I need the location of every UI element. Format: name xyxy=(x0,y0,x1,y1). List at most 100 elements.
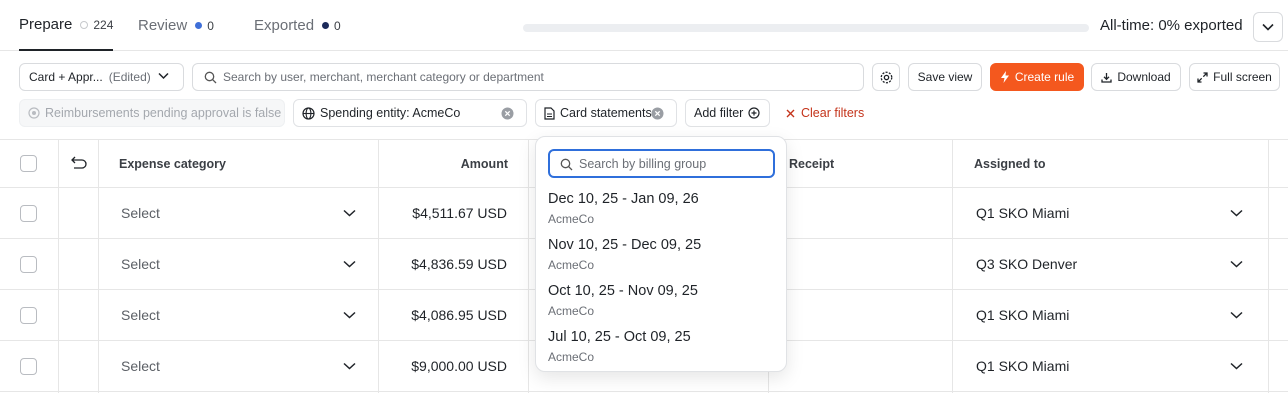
row-checkbox[interactable] xyxy=(20,358,37,375)
chevron-down-icon[interactable] xyxy=(1230,260,1243,268)
select-all-checkbox[interactable] xyxy=(20,155,37,172)
row-checkbox[interactable] xyxy=(20,307,37,324)
plus-circle-icon xyxy=(748,107,760,119)
billing-group-search-input[interactable]: Search by billing group xyxy=(548,149,775,178)
progress-ring-icon xyxy=(80,20,89,29)
billing-group-search-placeholder: Search by billing group xyxy=(579,156,707,171)
expand-toggle-button[interactable] xyxy=(1253,12,1283,42)
header-assigned-to[interactable]: Assigned to xyxy=(974,140,1046,188)
chevron-down-icon[interactable] xyxy=(343,260,356,268)
chevron-down-icon[interactable] xyxy=(343,362,356,370)
chevron-down-icon[interactable] xyxy=(343,311,356,319)
add-filter-label: Add filter xyxy=(694,106,744,120)
download-icon xyxy=(1101,72,1112,83)
save-view-button[interactable]: Save view xyxy=(908,63,982,91)
close-icon xyxy=(786,109,795,117)
row-checkbox[interactable] xyxy=(20,256,37,273)
document-icon xyxy=(544,106,555,120)
saved-view-select[interactable]: Card + Appr... (Edited) xyxy=(19,63,184,91)
filter-chip-label: Spending entity: AcmeCo xyxy=(320,106,461,120)
tab-count: 0 xyxy=(195,19,214,33)
tab-count: 0 xyxy=(322,19,341,33)
search-input[interactable]: Search by user, merchant, merchant categ… xyxy=(192,63,864,91)
expense-category-select[interactable]: Select xyxy=(121,239,160,289)
billing-group-entity: AcmeCo xyxy=(548,350,595,364)
view-name: Card + Appr... xyxy=(29,70,103,84)
billing-group-dropdown: Search by billing group Dec 10, 25 - Jan… xyxy=(535,136,787,372)
tab-count-value: 224 xyxy=(93,17,114,32)
billing-group-entity: AcmeCo xyxy=(548,212,595,226)
expense-category-select[interactable]: Select xyxy=(121,341,160,391)
chevron-down-icon xyxy=(158,72,169,80)
add-filter-button[interactable]: Add filter xyxy=(685,99,770,127)
header-expense-category[interactable]: Expense category xyxy=(119,140,226,188)
clear-filters-label: Clear filters xyxy=(801,106,865,120)
assigned-to-value[interactable]: Q1 SKO Miami xyxy=(976,341,1069,391)
tab-review[interactable]: Review 0 xyxy=(138,0,214,51)
billing-group-entity: AcmeCo xyxy=(548,304,595,318)
create-rule-label: Create rule xyxy=(1014,70,1075,84)
tab-label: Review xyxy=(138,17,188,34)
remove-filter-icon[interactable] xyxy=(651,107,664,120)
amount-value: $9,000.00 USD xyxy=(411,358,507,374)
billing-group-period: Oct 10, 25 - Nov 09, 25 xyxy=(548,283,698,299)
download-button[interactable]: Download xyxy=(1091,63,1181,91)
export-status-label: All-time: 0% exported xyxy=(1100,17,1243,34)
header-receipt[interactable]: Receipt xyxy=(789,140,834,188)
chevron-down-icon[interactable] xyxy=(343,209,356,217)
status-dot-icon xyxy=(322,22,330,29)
billing-group-option[interactable]: Nov 10, 25 - Dec 09, 25 AcmeCo xyxy=(548,237,776,283)
settings-button[interactable] xyxy=(872,63,900,91)
tab-exported[interactable]: Exported 0 xyxy=(254,0,341,51)
header-amount[interactable]: Amount xyxy=(380,140,508,188)
tab-prepare[interactable]: Prepare 224 xyxy=(19,0,114,51)
row-checkbox[interactable] xyxy=(20,205,37,222)
assigned-to-value[interactable]: Q1 SKO Miami xyxy=(976,188,1069,238)
tab-count-value: 0 xyxy=(334,18,341,33)
status-dot-icon xyxy=(195,22,203,29)
billing-group-period: Nov 10, 25 - Dec 09, 25 xyxy=(548,237,702,253)
chevron-down-icon[interactable] xyxy=(1230,209,1243,217)
assigned-to-value[interactable]: Q1 SKO Miami xyxy=(976,290,1069,340)
radio-icon xyxy=(28,107,40,119)
tab-label: Exported xyxy=(254,17,315,34)
lightning-icon xyxy=(1000,71,1009,83)
view-edited-label: (Edited) xyxy=(108,70,151,84)
search-placeholder: Search by user, merchant, merchant categ… xyxy=(223,70,544,84)
chevron-down-icon[interactable] xyxy=(1230,362,1243,370)
billing-group-period: Dec 10, 25 - Jan 09, 26 xyxy=(548,191,699,207)
full-screen-button[interactable]: Full screen xyxy=(1189,63,1280,91)
undo-icon[interactable] xyxy=(71,156,87,170)
status-tabs: Prepare 224 Review 0 Exported 0 All-time… xyxy=(0,0,1288,51)
assigned-to-value[interactable]: Q3 SKO Denver xyxy=(976,239,1077,289)
download-label: Download xyxy=(1117,70,1171,84)
search-icon xyxy=(560,158,573,171)
chevron-down-icon xyxy=(1262,23,1274,31)
create-rule-button[interactable]: Create rule xyxy=(990,63,1084,91)
amount-value: $4,836.59 USD xyxy=(411,256,507,272)
globe-icon xyxy=(302,106,315,120)
billing-group-option[interactable]: Jul 10, 25 - Oct 09, 25 AcmeCo xyxy=(548,329,776,375)
amount-value: $4,511.67 USD xyxy=(412,205,507,221)
tab-label: Prepare xyxy=(19,16,73,33)
expense-category-select[interactable]: Select xyxy=(121,188,160,238)
billing-group-period: Jul 10, 25 - Oct 09, 25 xyxy=(548,329,691,345)
clear-filters-button[interactable]: Clear filters xyxy=(786,99,864,127)
filter-chip-label: Card statements xyxy=(560,106,652,120)
expense-category-select[interactable]: Select xyxy=(121,290,160,340)
billing-group-option[interactable]: Dec 10, 25 - Jan 09, 26 AcmeCo xyxy=(548,191,776,237)
remove-filter-icon[interactable] xyxy=(501,107,514,120)
full-screen-label: Full screen xyxy=(1213,70,1272,84)
export-progress-bar xyxy=(523,24,1089,32)
chevron-down-icon[interactable] xyxy=(1230,311,1243,319)
filter-chip-label: Reimbursements pending approval is false xyxy=(45,106,282,120)
billing-group-entity: AcmeCo xyxy=(548,258,595,272)
tab-count-value: 0 xyxy=(207,18,214,33)
tab-count: 224 xyxy=(80,18,113,32)
amount-value: $4,086.95 USD xyxy=(411,307,507,323)
search-icon xyxy=(204,71,217,84)
filter-chip-card-statements[interactable]: Card statements xyxy=(535,99,677,127)
filter-chip-spending-entity[interactable]: Spending entity: AcmeCo xyxy=(293,99,527,127)
expand-icon xyxy=(1197,71,1208,83)
billing-group-option[interactable]: Oct 10, 25 - Nov 09, 25 AcmeCo xyxy=(548,283,776,329)
